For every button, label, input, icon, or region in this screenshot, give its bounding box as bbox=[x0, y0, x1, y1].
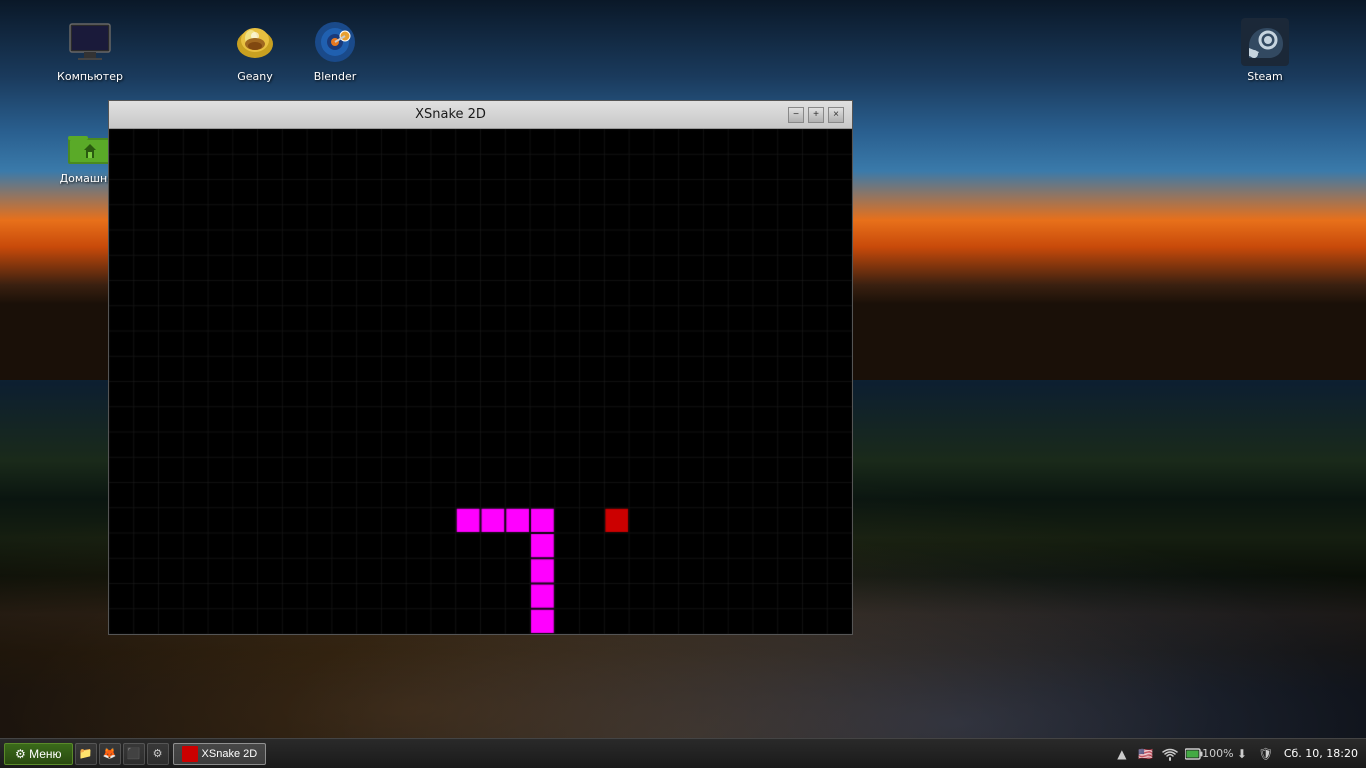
window-titlebar[interactable]: XSnake 2D − + × bbox=[109, 101, 852, 129]
quick-launch-files[interactable]: 📁 bbox=[75, 743, 97, 765]
xsnake-window: XSnake 2D − + × bbox=[108, 100, 853, 635]
tray-security[interactable]: 🛡 bbox=[1256, 744, 1276, 764]
window-title: XSnake 2D bbox=[117, 107, 784, 122]
taskbar-tray: ▲ 🇺🇸 100% ⬇ 🛡 Сб. 10, 18:20 bbox=[1112, 744, 1362, 764]
quick-launch-terminal[interactable]: ⬛ bbox=[123, 743, 145, 765]
tray-download[interactable]: ⬇ bbox=[1232, 744, 1252, 764]
tray-battery-percent: 100% bbox=[1208, 744, 1228, 764]
tray-arrow[interactable]: ▲ bbox=[1112, 744, 1132, 764]
quick-launch-extra[interactable]: ⚙ bbox=[147, 743, 169, 765]
blender-icon-label: Blender bbox=[314, 70, 357, 83]
menu-button[interactable]: ⚙ Меню bbox=[4, 743, 73, 765]
geany-icon bbox=[231, 18, 279, 66]
snake-game-canvas bbox=[109, 129, 852, 634]
desktop-icon-computer[interactable]: Компьютер bbox=[50, 18, 130, 83]
tray-wifi[interactable] bbox=[1160, 744, 1180, 764]
window-maximize-button[interactable]: + bbox=[808, 107, 824, 123]
geany-icon-label: Geany bbox=[237, 70, 273, 83]
taskbar-app-xsnake[interactable]: XSnake 2D bbox=[173, 743, 267, 765]
tray-battery[interactable] bbox=[1184, 744, 1204, 764]
quick-launch-firefox[interactable]: 🦊 bbox=[99, 743, 121, 765]
home-folder-icon bbox=[66, 120, 114, 168]
taskbar-clock: Сб. 10, 18:20 bbox=[1284, 747, 1358, 760]
taskbar: ⚙ Меню 📁 🦊 ⬛ ⚙ XSnake 2D ▲ 🇺🇸 bbox=[0, 738, 1366, 768]
tray-language[interactable]: 🇺🇸 bbox=[1136, 744, 1156, 764]
xsnake-taskbar-label: XSnake 2D bbox=[202, 748, 258, 760]
taskbar-apps: XSnake 2D bbox=[173, 743, 267, 765]
steam-icon bbox=[1241, 18, 1289, 66]
computer-icon bbox=[66, 18, 114, 66]
desktop-icon-geany[interactable]: Geany bbox=[215, 18, 295, 83]
window-minimize-button[interactable]: − bbox=[788, 107, 804, 123]
window-close-button[interactable]: × bbox=[828, 107, 844, 123]
xsnake-taskbar-icon bbox=[182, 746, 198, 762]
game-canvas bbox=[109, 129, 852, 634]
desktop-icon-steam[interactable]: Steam bbox=[1225, 18, 1305, 83]
steam-icon-label: Steam bbox=[1247, 70, 1283, 83]
blender-icon bbox=[311, 18, 359, 66]
computer-icon-label: Компьютер bbox=[57, 70, 123, 83]
desktop-icon-blender[interactable]: Blender bbox=[295, 18, 375, 83]
quick-launch-bar: 📁 🦊 ⬛ ⚙ bbox=[75, 743, 169, 765]
